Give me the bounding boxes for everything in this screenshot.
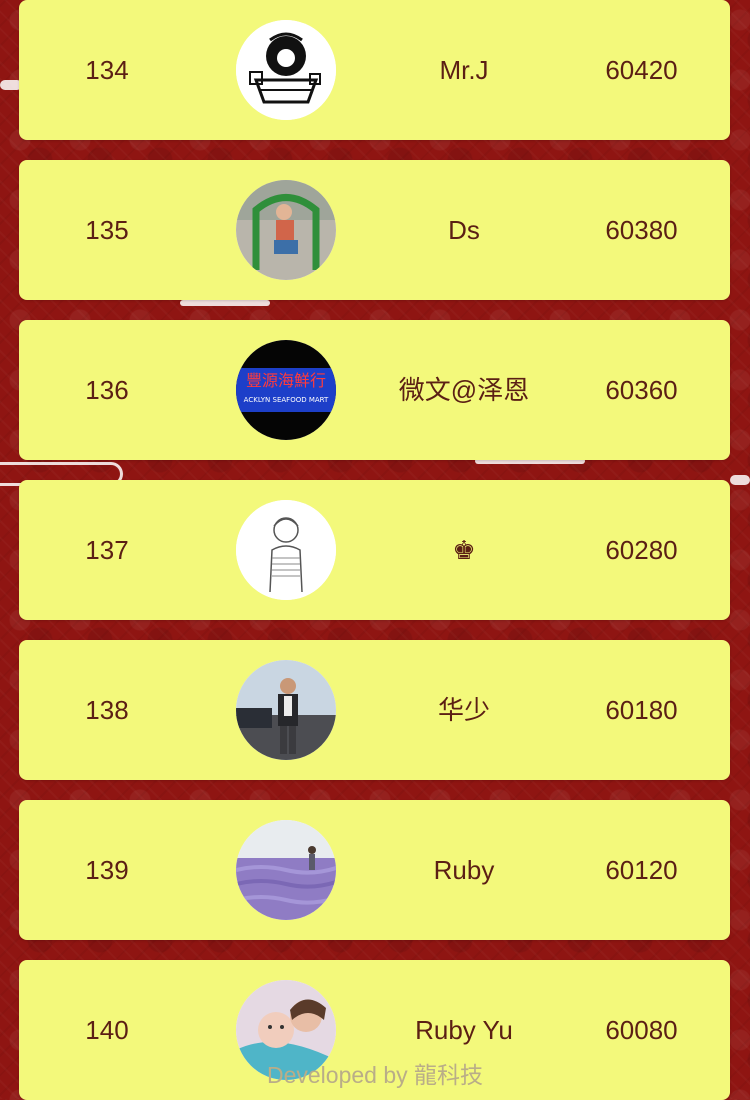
player-score: 60280 (605, 535, 678, 565)
player-name: 华少 (437, 695, 490, 725)
sketch-boy-icon (236, 500, 336, 600)
sign-chinese-text: 豐源海鮮行 (246, 371, 326, 390)
rank-number: 137 (85, 535, 129, 565)
avatar (236, 20, 336, 120)
child-playground-photo (236, 180, 336, 280)
rank-number: 138 (85, 695, 129, 725)
decorative-cloud-stripe (730, 475, 750, 485)
player-name: 微文@泽恩 (398, 375, 530, 405)
avatar (236, 820, 336, 920)
player-score: 60120 (605, 855, 678, 885)
seafood-mart-sign-photo: 豐源海鮮行 ACKLYN SEAFOOD MART (236, 340, 336, 440)
avatar: 豐源海鮮行 ACKLYN SEAFOOD MART (236, 340, 336, 440)
sign-english-text: ACKLYN SEAFOOD MART (244, 396, 329, 404)
man-standing-photo (236, 660, 336, 760)
leaderboard-row-134: 134 Mr.J 60420 (19, 0, 730, 140)
player-score: 60380 (605, 215, 678, 245)
decorative-cloud-stripe (180, 300, 270, 306)
player-score: 60180 (605, 695, 678, 725)
player-score: 60360 (605, 375, 678, 405)
rank-number: 134 (85, 55, 129, 85)
rank-number: 136 (85, 375, 129, 405)
player-name: Ds (448, 215, 480, 245)
leaderboard-row-135: 135 Ds 60380 (19, 160, 730, 300)
developer-credit: Developed by 龍科技 (266, 1062, 484, 1088)
rank-number: 139 (85, 855, 129, 885)
player-name: Ruby (433, 855, 495, 885)
rank-number: 135 (85, 215, 129, 245)
lavender-field-photo (236, 820, 336, 920)
leaderboard-row-136: 136 豐源海鮮行 ACKLYN SEAFOOD MART 微文@泽恩 6036… (19, 320, 730, 460)
player-name: Mr.J (439, 55, 489, 85)
player-score: 60420 (605, 55, 678, 85)
leaderboard-row-138: 138 华少 60180 (19, 640, 730, 780)
leaderboard-row-139: 139 Ruby 60120 (19, 800, 730, 940)
avatar (236, 500, 336, 600)
cartoon-boat-icon (236, 20, 336, 120)
avatar (236, 660, 336, 760)
leaderboard-row-137: 137 ♚ 60280 (19, 480, 730, 620)
avatar (236, 180, 336, 280)
player-name: ♚ (452, 535, 476, 565)
